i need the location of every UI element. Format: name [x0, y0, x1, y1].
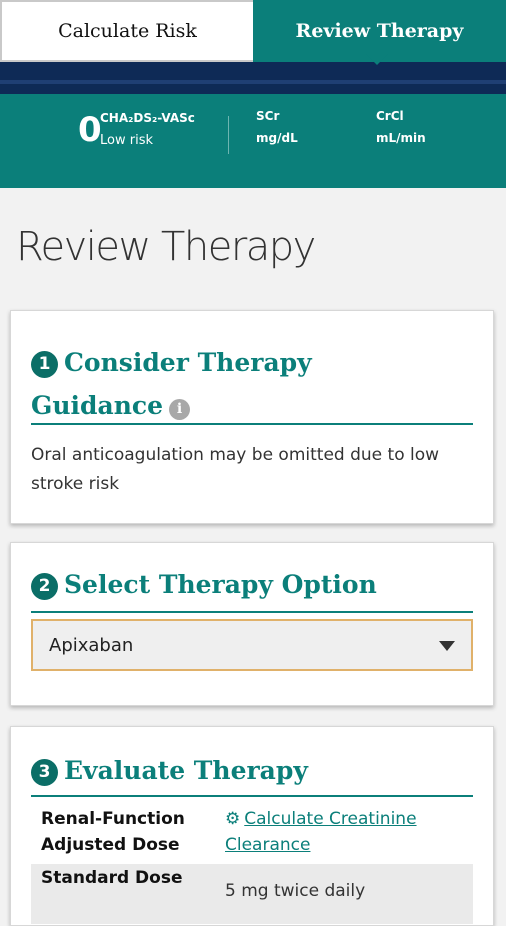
consider-guidance-card: 1 Consider Therapy Guidance i Oral anticoa…: [10, 310, 494, 524]
gear-icon: ⚙: [225, 809, 241, 829]
calculate-crcl-link-line1[interactable]: Calculate Creatinine: [244, 809, 416, 829]
step3-title: Evaluate Therapy: [64, 756, 308, 785]
step3-heading: 3 Evaluate Therapy: [31, 756, 308, 786]
page-title: Review Therapy: [16, 224, 316, 270]
step3-rule: [31, 795, 473, 797]
header-band: [0, 62, 506, 94]
select-therapy-card: 2 Select Therapy Option Apixaban: [10, 542, 494, 706]
stats-divider: [228, 116, 229, 154]
standard-dose-label: Standard Dose: [41, 868, 183, 888]
crcl-label: CrCl: [376, 109, 404, 123]
risk-score-value: 0: [78, 110, 102, 150]
risk-level-label: Low risk: [100, 133, 153, 148]
tab-calculate-risk[interactable]: Calculate Risk: [0, 0, 253, 62]
guidance-text: Oral anticoagulation may be omitted due …: [31, 445, 440, 494]
renal-dose-label-line2: Adjusted Dose: [41, 835, 180, 855]
standard-dose-value: 5 mg twice daily: [225, 881, 366, 901]
step1-rule: [31, 423, 473, 425]
therapy-select-value: Apixaban: [49, 635, 134, 656]
step-number-badge: 1: [31, 351, 58, 378]
therapy-select[interactable]: Apixaban: [31, 619, 473, 671]
chevron-down-icon: [439, 641, 455, 651]
step-number-badge: 3: [31, 759, 58, 786]
step1-heading: 1 Consider Therapy Guidance i: [31, 341, 312, 427]
step1-title-line2: Guidance: [31, 391, 164, 420]
active-tab-pointer: [366, 54, 388, 65]
step2-title: Select Therapy Option: [64, 570, 377, 599]
renal-dose-label: Renal-Function Adjusted Dose: [41, 806, 185, 858]
header-band-stripe: [0, 80, 506, 84]
step-number-badge: 2: [31, 573, 58, 600]
scr-label: SCr: [256, 109, 280, 123]
info-icon[interactable]: i: [169, 399, 191, 420]
calculate-crcl-link-line2[interactable]: Clearance: [225, 835, 310, 855]
scr-unit: mg/dL: [256, 131, 298, 145]
step2-rule: [31, 611, 473, 613]
risk-score-label: CHA₂DS₂-VASc: [100, 111, 195, 125]
evaluate-therapy-card: 3 Evaluate Therapy Renal-Function Adjuste…: [10, 726, 494, 926]
calculate-crcl-link[interactable]: ⚙ Calculate Creatinine Clearance: [225, 806, 417, 858]
step1-title-line1: Consider Therapy: [64, 348, 312, 377]
risk-summary-bar: 0 CHA₂DS₂-VASc Low risk SCr mg/dL CrCl m…: [0, 94, 506, 188]
tab-bar: Calculate Risk Review Therapy: [0, 0, 506, 62]
step2-heading: 2 Select Therapy Option: [31, 570, 377, 600]
tab-review-therapy[interactable]: Review Therapy: [253, 0, 506, 62]
renal-dose-label-line1: Renal-Function: [41, 809, 185, 829]
crcl-unit: mL/min: [376, 131, 426, 145]
